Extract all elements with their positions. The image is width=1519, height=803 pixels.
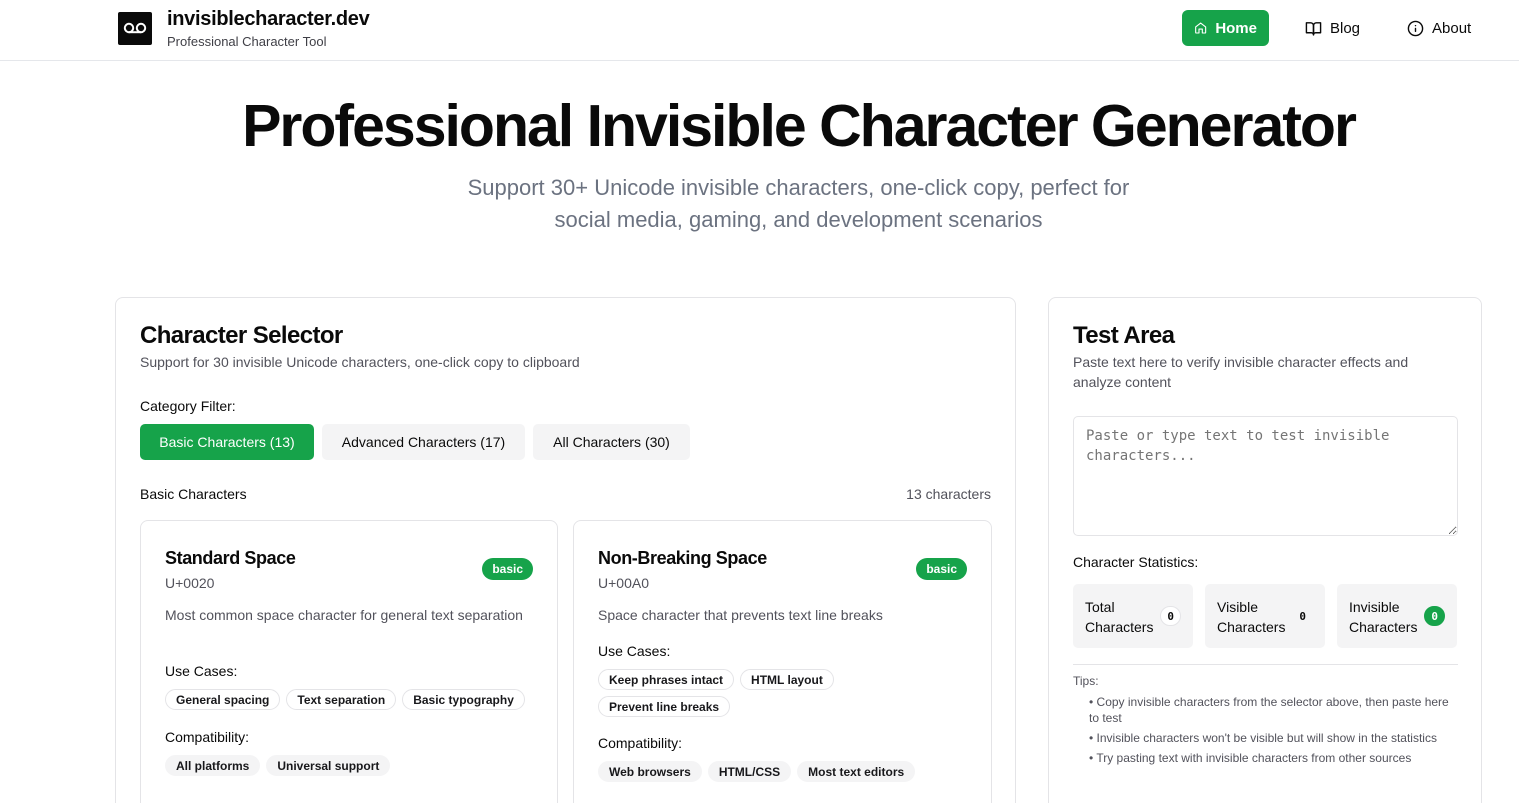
test-area-panel: Test Area Paste text here to verify invi… bbox=[1048, 297, 1482, 803]
compatibility-tag: Universal support bbox=[266, 755, 391, 776]
card-name: Non-Breaking Space bbox=[598, 548, 767, 568]
nav-home-button[interactable]: Home bbox=[1182, 10, 1269, 46]
stat-visible: Visible Characters 0 bbox=[1205, 584, 1325, 648]
stat-visible-label: Visible Characters bbox=[1217, 599, 1286, 635]
compatibility-tag: Web browsers bbox=[598, 761, 702, 782]
selector-description: Support for 30 invisible Unicode charact… bbox=[140, 354, 580, 370]
use-cases-tags: Keep phrases intact HTML layout Prevent … bbox=[598, 669, 868, 717]
brand-name[interactable]: invisiblecharacter.dev bbox=[167, 8, 370, 31]
filter-basic-button[interactable]: Basic Characters (13) bbox=[140, 424, 314, 460]
voicemail-logo-icon[interactable] bbox=[118, 12, 152, 45]
card-code: U+00A0 bbox=[598, 575, 649, 591]
test-area-description: Paste text here to verify invisible char… bbox=[1073, 354, 1409, 390]
use-case-tag: Prevent line breaks bbox=[598, 696, 731, 717]
compatibility-tag: All platforms bbox=[165, 755, 261, 776]
section-name: Basic Characters bbox=[140, 486, 247, 502]
stat-total-value: 0 bbox=[1160, 606, 1181, 626]
stat-invisible: Invisible Characters 0 bbox=[1337, 584, 1457, 648]
character-card[interactable]: Non-Breaking Space U+00A0 basic Space ch… bbox=[573, 520, 992, 803]
tips-title: Tips: bbox=[1073, 674, 1099, 688]
stat-visible-value: 0 bbox=[1299, 609, 1306, 623]
stat-total-label: Total Characters bbox=[1085, 599, 1154, 635]
hero-title: Professional Invisible Character Generat… bbox=[242, 93, 1357, 159]
compatibility-tags: All platforms Universal support bbox=[165, 755, 535, 776]
category-badge: basic bbox=[916, 558, 967, 580]
use-case-tag: Text separation bbox=[286, 689, 397, 710]
use-cases-label: Use Cases: bbox=[598, 643, 671, 659]
compatibility-label: Compatibility: bbox=[598, 735, 683, 751]
stats-label: Character Statistics: bbox=[1073, 554, 1199, 570]
card-code: U+0020 bbox=[165, 575, 215, 591]
test-text-input[interactable] bbox=[1073, 416, 1458, 536]
use-case-tag: General spacing bbox=[165, 689, 281, 710]
use-case-tag: HTML layout bbox=[740, 669, 834, 690]
tip-item: • Copy invisible characters from the sel… bbox=[1089, 695, 1449, 725]
card-description: Most common space character for general … bbox=[165, 607, 523, 623]
tips-list: • Copy invisible characters from the sel… bbox=[1089, 694, 1459, 770]
nav-blog-label: Blog bbox=[1330, 19, 1361, 37]
use-cases-label: Use Cases: bbox=[165, 663, 238, 679]
stat-invisible-label: Invisible Characters bbox=[1349, 599, 1418, 635]
category-badge: basic bbox=[482, 558, 533, 580]
tip-item: • Try pasting text with invisible charac… bbox=[1089, 751, 1412, 765]
divider bbox=[1073, 664, 1458, 665]
selector-title: Character Selector bbox=[140, 322, 343, 349]
book-icon bbox=[1305, 21, 1322, 36]
hero-subtitle: Support 30+ Unicode invisible characters… bbox=[467, 175, 1130, 232]
card-name: Standard Space bbox=[165, 548, 296, 568]
compatibility-label: Compatibility: bbox=[165, 729, 250, 745]
character-selector-panel: Character Selector Support for 30 invisi… bbox=[115, 297, 1016, 803]
section-count: 13 characters bbox=[906, 486, 991, 502]
test-area-title: Test Area bbox=[1073, 322, 1175, 349]
use-case-tag: Basic typography bbox=[402, 689, 525, 710]
tip-item: • Invisible characters won't be visible … bbox=[1089, 731, 1437, 745]
site-header: invisiblecharacter.dev Professional Char… bbox=[0, 0, 1519, 61]
compatibility-tag: Most text editors bbox=[797, 761, 916, 782]
category-filter-label: Category Filter: bbox=[140, 398, 236, 414]
filter-all-button[interactable]: All Characters (30) bbox=[533, 424, 690, 460]
brand-tagline: Professional Character Tool bbox=[167, 34, 327, 49]
nav-about-label: About bbox=[1432, 19, 1472, 37]
stat-total: Total Characters 0 bbox=[1073, 584, 1193, 648]
card-description: Space character that prevents text line … bbox=[598, 607, 883, 623]
stat-invisible-value: 0 bbox=[1424, 606, 1445, 626]
nav-blog-button[interactable]: Blog bbox=[1293, 10, 1373, 46]
filter-advanced-button[interactable]: Advanced Characters (17) bbox=[322, 424, 525, 460]
character-card[interactable]: Standard Space U+0020 basic Most common … bbox=[140, 520, 558, 803]
nav-about-button[interactable]: About bbox=[1395, 10, 1485, 46]
compatibility-tag: HTML/CSS bbox=[707, 761, 792, 782]
nav-home-label: Home bbox=[1215, 19, 1257, 37]
info-icon bbox=[1407, 20, 1424, 36]
use-case-tag: Keep phrases intact bbox=[598, 669, 735, 690]
use-cases-tags: General spacing Text separation Basic ty… bbox=[165, 689, 535, 710]
compatibility-tags: Web browsers HTML/CSS Most text editors bbox=[598, 761, 968, 782]
home-icon bbox=[1195, 22, 1207, 34]
